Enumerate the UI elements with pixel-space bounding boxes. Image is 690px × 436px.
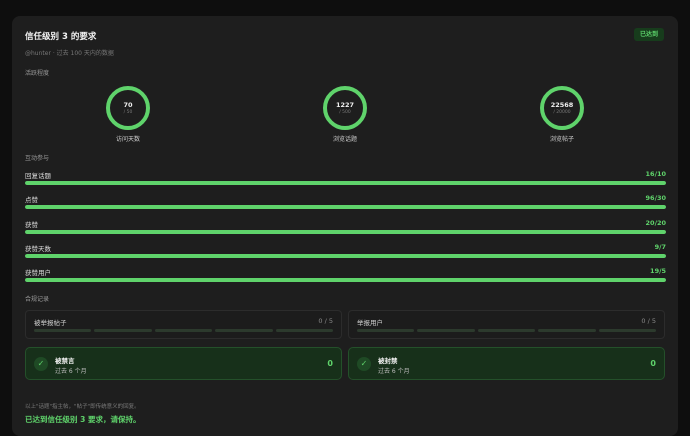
progress-label: 回复话题 <box>25 172 51 180</box>
meter-segment <box>94 329 152 332</box>
section-label-activity: 活跃程度 <box>25 70 50 77</box>
status-subtitle: 过去 6 个月 <box>55 368 87 375</box>
footer-note: 以上"话题"指主帖，"帖子"即传统意义的回复。 <box>25 404 140 410</box>
progress-track <box>25 278 666 282</box>
gauge-value: 70 <box>123 101 133 109</box>
gauge-label: 浏览话题 <box>332 136 357 143</box>
gauge-topics-viewed: 1227 / 500 浏览话题 <box>323 86 367 143</box>
progress-fill <box>25 254 666 258</box>
status-badge: 已达到 <box>633 28 664 41</box>
gauge-ring: 22568 / 20000 <box>540 86 584 130</box>
progress-label: 获赞天数 <box>25 245 51 253</box>
section-label-compliance: 合规记录 <box>25 296 50 303</box>
progress-track <box>25 205 666 209</box>
meter-segment <box>34 329 92 332</box>
status-title: 被禁言 <box>55 357 75 365</box>
gauge-value: 22568 <box>550 101 574 109</box>
progress-label: 点赞 <box>25 196 38 204</box>
meter-segment <box>538 329 596 332</box>
progress-value: 96/30 <box>645 194 666 202</box>
progress-value: 16/10 <box>645 170 666 178</box>
check-icon: ✓ <box>357 357 371 371</box>
gauge-value: 1227 <box>335 101 355 109</box>
footer-status: 已达到信任级别 3 要求，请保持。 <box>25 415 141 424</box>
progress-fill <box>25 230 666 234</box>
compliance-value: 0 / 5 <box>318 317 333 325</box>
progress-label: 获赞 <box>25 221 38 229</box>
page-title: 信任级别 3 的要求 <box>25 32 97 42</box>
gauge-label: 浏览帖子 <box>549 136 574 143</box>
compliance-label: 举报用户 <box>357 319 383 327</box>
progress-fill <box>25 205 666 209</box>
meter-segment <box>477 329 536 332</box>
meter-segment <box>154 329 213 332</box>
gauge-posts-viewed: 22568 / 20000 浏览帖子 <box>540 86 584 143</box>
segment-meter <box>34 329 334 332</box>
progress-value: 20/20 <box>645 219 666 227</box>
reported-posts-box: 被举报帖子 0 / 5 <box>25 310 342 339</box>
status-value: 0 <box>327 359 333 368</box>
status-title: 被封禁 <box>378 357 398 365</box>
progress-fill <box>25 278 666 282</box>
silenced-status-box: ✓ 被禁言 过去 6 个月 0 <box>25 347 342 380</box>
trust-level-card: 信任级别 3 的要求 @hunter · 过去 100 天内的数据 已达到 活跃… <box>12 16 678 436</box>
gauge-visit-days: 70 / 50 访问天数 <box>106 86 150 143</box>
gauge-target: / 50 <box>123 110 133 115</box>
progress-label: 获赞用户 <box>25 269 51 277</box>
meter-segment <box>417 329 475 332</box>
progress-fill <box>25 181 666 185</box>
progress-track <box>25 181 666 185</box>
progress-value: 9/7 <box>654 243 666 251</box>
meter-segment <box>215 329 273 332</box>
progress-track <box>25 254 666 258</box>
segment-meter <box>357 329 657 332</box>
gauge-label: 访问天数 <box>115 136 140 143</box>
compliance-value: 0 / 5 <box>641 317 656 325</box>
page-subtitle: @hunter · 过去 100 天内的数据 <box>25 50 114 57</box>
progress-value: 19/5 <box>650 267 666 275</box>
gauge-target: / 20000 <box>553 110 571 115</box>
compliance-label: 被举报帖子 <box>34 319 67 327</box>
meter-segment <box>357 329 415 332</box>
gauge-target: / 500 <box>339 110 351 115</box>
meter-segment <box>275 329 334 332</box>
gauge-ring: 70 / 50 <box>106 86 150 130</box>
section-label-interaction: 互动参与 <box>25 155 50 162</box>
gauge-ring: 1227 / 500 <box>323 86 367 130</box>
progress-track <box>25 230 666 234</box>
reported-users-box: 举报用户 0 / 5 <box>348 310 665 339</box>
check-icon: ✓ <box>34 357 48 371</box>
status-subtitle: 过去 6 个月 <box>378 368 410 375</box>
suspended-status-box: ✓ 被封禁 过去 6 个月 0 <box>348 347 665 380</box>
meter-segment <box>598 329 657 332</box>
status-value: 0 <box>650 359 656 368</box>
